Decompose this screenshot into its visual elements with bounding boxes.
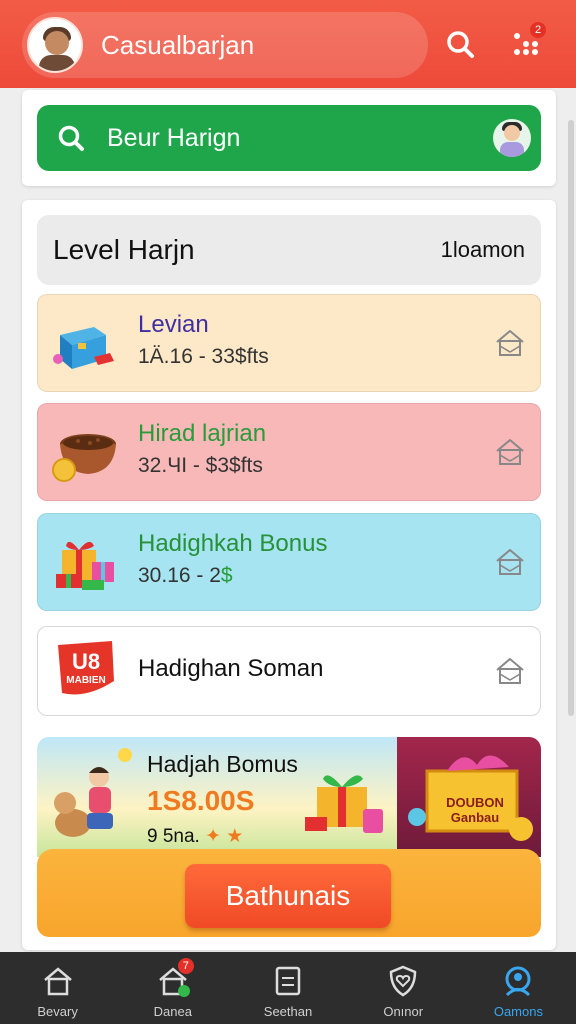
profile-icon <box>505 966 531 997</box>
main-panel: Level Harjn 1loamon Levian 1Ä.16 - 33$ft… <box>22 200 556 950</box>
row-subtitle: 1Ä.16 - 33$fts <box>138 345 269 368</box>
section-title: Level Harjn <box>53 234 195 265</box>
search-button[interactable] <box>436 20 484 68</box>
home-outline-icon[interactable] <box>494 655 526 687</box>
notification-badge: 2 <box>530 22 546 38</box>
promo-cta-area: Bathunais <box>37 849 541 937</box>
promo-sub: 9 5na. ✦ ★ <box>147 826 244 847</box>
nav-label: Onınor <box>383 1004 424 1019</box>
list-item[interactable]: Hadighkah Bonus 30.16 - 2$ <box>37 513 541 611</box>
gift-boxes-icon <box>56 541 114 590</box>
claim-button[interactable]: Bathunais <box>185 864 391 928</box>
apps-button[interactable]: 2 <box>502 20 550 68</box>
search-avatar[interactable] <box>493 119 531 157</box>
search-icon <box>55 122 87 154</box>
row-title: Hadighkah Bonus <box>138 530 328 557</box>
red-logo-icon: U8 MABIEN <box>58 641 114 695</box>
nav-item-danea[interactable]: 7 Danea <box>115 952 230 1024</box>
shield-heart-icon <box>389 965 417 997</box>
search-card: Beur Harign <box>22 90 556 186</box>
promo-banner[interactable]: Hadjah Bomus 1S8.00S 9 5na. ✦ ★ DOUBON G… <box>37 737 541 937</box>
scrollbar[interactable] <box>568 120 574 716</box>
stars-icon: ✦ ★ <box>205 826 244 847</box>
promo-title: Hadjah Bomus <box>147 751 298 777</box>
row-subtitle: 32.ЧI - $3$fts <box>138 454 263 477</box>
section-right-label[interactable]: 1loamon <box>441 237 525 263</box>
nav-item-oamons[interactable]: Oamons <box>461 952 576 1024</box>
toolbox-icon <box>53 327 114 369</box>
nav-label: Seethan <box>263 1004 313 1019</box>
home-outline-icon[interactable] <box>494 327 526 359</box>
home-icon <box>43 967 72 996</box>
row-title: Hirad lajrian <box>138 420 267 447</box>
nav-item-seethan[interactable]: Seethan <box>230 952 345 1024</box>
app-header: Casualbarjan 2 <box>0 0 576 88</box>
app-title: Casualbarjan <box>101 29 255 60</box>
basket-icon <box>52 434 116 482</box>
search-input-text[interactable]: Beur Harign <box>107 124 240 153</box>
nav-label: Oamons <box>493 1004 543 1019</box>
home-outline-icon[interactable] <box>494 436 526 468</box>
promo-amount: 1S8.00S <box>147 785 255 816</box>
list-item[interactable]: Hirad lajrian 32.ЧI - $3$fts <box>37 403 541 501</box>
svg-text:U8: U8 <box>72 649 100 674</box>
user-avatar[interactable] <box>27 17 83 73</box>
gift-box-illustration <box>305 775 383 833</box>
home-outline-icon[interactable] <box>494 546 526 578</box>
clipboard-icon <box>275 966 301 996</box>
nav-item-bevary[interactable]: Bevary <box>0 952 115 1024</box>
search-bar[interactable]: Beur Harign <box>37 105 541 171</box>
nav-badge: 7 <box>177 958 194 974</box>
nav-item-oninor[interactable]: Onınor <box>346 952 461 1024</box>
row-title: Levian <box>138 311 209 338</box>
list-item[interactable]: Levian 1Ä.16 - 33$fts <box>37 294 541 392</box>
promo-illustration: Hadjah Bomus 1S8.00S 9 5na. ✦ ★ <box>37 737 397 857</box>
row-subtitle: 30.16 - 2$ <box>138 564 233 587</box>
header-profile-pill[interactable]: Casualbarjan <box>22 12 428 78</box>
list-item[interactable]: U8 MABIEN Hadighan Soman <box>37 626 541 716</box>
promo-sign-text: DOUBON Ganbau <box>446 795 504 825</box>
row-subtitle-accent: $ <box>220 564 233 587</box>
svg-text:MABIEN: MABIEN <box>66 675 105 686</box>
kid-with-dog-illustration <box>54 748 132 837</box>
nav-label: Bevary <box>37 1004 78 1019</box>
nav-label: Danea <box>153 1004 192 1019</box>
section-header: Level Harjn 1loamon <box>37 215 541 285</box>
house-badge-icon: 7 <box>156 958 194 998</box>
search-icon <box>447 31 474 58</box>
row-title: Hadighan Soman <box>138 655 324 682</box>
bottom-navigation: Bevary 7 Danea Seethan Onınor Oamons <box>0 952 576 1024</box>
